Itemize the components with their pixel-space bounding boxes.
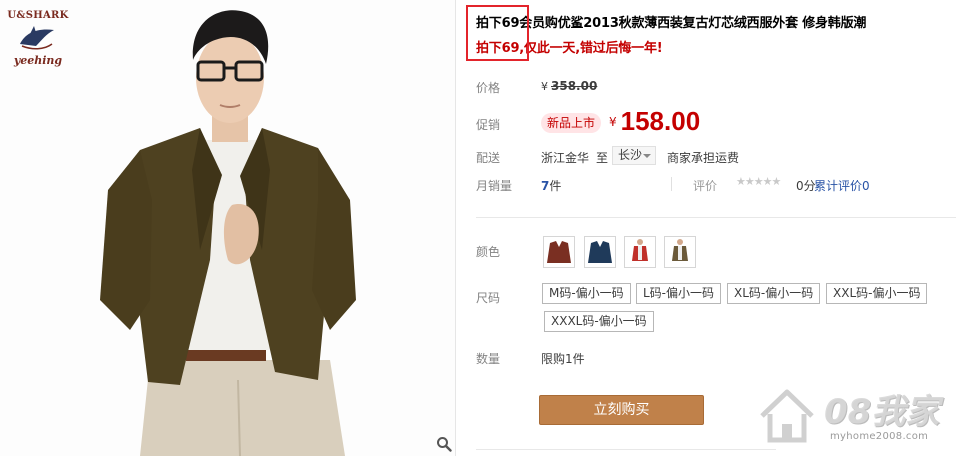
color-swatch-red[interactable] — [624, 236, 656, 268]
sales-label: 月销量 — [476, 179, 513, 193]
brand-name: U&SHARK — [7, 10, 69, 21]
destination-select[interactable]: 长沙 — [612, 146, 656, 165]
promo-label: 促销 — [476, 118, 501, 132]
jacket-thumbnail-icon — [588, 241, 612, 263]
original-price-value: 358.00 — [551, 79, 598, 93]
color-label: 颜色 — [476, 245, 501, 259]
size-option[interactable]: XXL码-偏小一码 — [826, 283, 928, 304]
star-rating-icon: ★★★★★ — [736, 175, 781, 188]
sales-count: 7件 — [541, 177, 561, 194]
shipping-label: 配送 — [476, 151, 501, 165]
watermark-url: myhome2008.com — [830, 431, 929, 442]
product-subtitle: 拍下69,仅此一天,错过后悔一年! — [476, 41, 663, 56]
buy-now-button[interactable]: 立刻购买 — [539, 395, 704, 425]
rating-label: 评价 — [693, 179, 718, 193]
divider — [476, 449, 776, 450]
product-image[interactable]: U&SHARK yeehing — [0, 0, 456, 456]
shark-icon — [20, 26, 54, 50]
watermark-text: 08我家 — [824, 392, 940, 432]
quantity-limit: 限购1件 — [541, 352, 585, 366]
size-label: 尺码 — [476, 291, 501, 305]
promo-price-value: 158.00 — [620, 106, 701, 136]
chevron-down-icon — [643, 154, 651, 158]
promo-price: ¥158.00 — [609, 106, 700, 137]
house-watermark-icon — [760, 389, 814, 443]
zoom-icon[interactable] — [436, 436, 452, 452]
color-swatch-brown[interactable] — [543, 236, 575, 268]
promo-badge: 新品上市 — [541, 113, 602, 133]
currency-symbol: ¥ — [609, 115, 617, 129]
ship-to-label: 至 — [596, 151, 609, 165]
original-price: ¥358.00 — [541, 79, 597, 93]
brand-tagline: yeehing — [13, 54, 63, 67]
size-option[interactable]: M码-偏小一码 — [542, 283, 631, 304]
product-title: 拍下69会员购优鲨2013秋款薄西装复古灯芯绒西服外套 修身韩版潮 — [476, 16, 867, 31]
model-thumbnail-icon — [632, 239, 648, 261]
size-option[interactable]: XL码-偏小一码 — [727, 283, 821, 304]
review-count-link[interactable]: 累计评价0 — [814, 177, 870, 194]
size-option[interactable]: XXXL码-偏小一码 — [544, 311, 654, 332]
rating-score: 0分 — [796, 179, 816, 193]
price-label: 价格 — [476, 81, 501, 95]
currency-symbol: ¥ — [541, 80, 548, 93]
color-swatch-olive[interactable] — [664, 236, 696, 268]
divider — [671, 177, 672, 191]
jacket-thumbnail-icon — [547, 241, 571, 263]
color-swatch-navy[interactable] — [584, 236, 616, 268]
size-option[interactable]: L码-偏小一码 — [636, 283, 722, 304]
quantity-label: 数量 — [476, 352, 501, 366]
sales-unit: 件 — [549, 179, 562, 193]
model-thumbnail-icon — [672, 239, 688, 261]
brand-logo: U&SHARK yeehing — [2, 4, 72, 70]
shipping-fee: 商家承担运费 — [667, 151, 740, 165]
destination-value: 长沙 — [618, 148, 643, 162]
ship-from: 浙江金华 — [541, 151, 590, 165]
divider — [476, 217, 956, 218]
